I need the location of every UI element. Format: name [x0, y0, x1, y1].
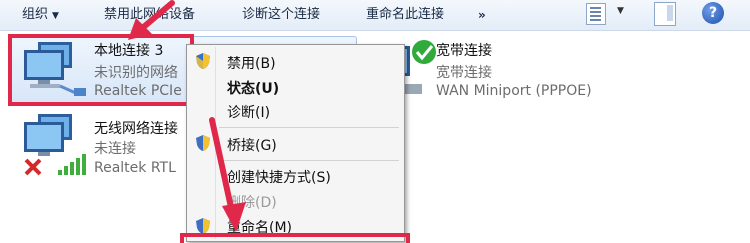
annotation-arrow-to-rename	[209, 117, 246, 232]
annotation-arrow-to-item	[128, 0, 175, 40]
annotation-arrows	[128, 0, 246, 232]
